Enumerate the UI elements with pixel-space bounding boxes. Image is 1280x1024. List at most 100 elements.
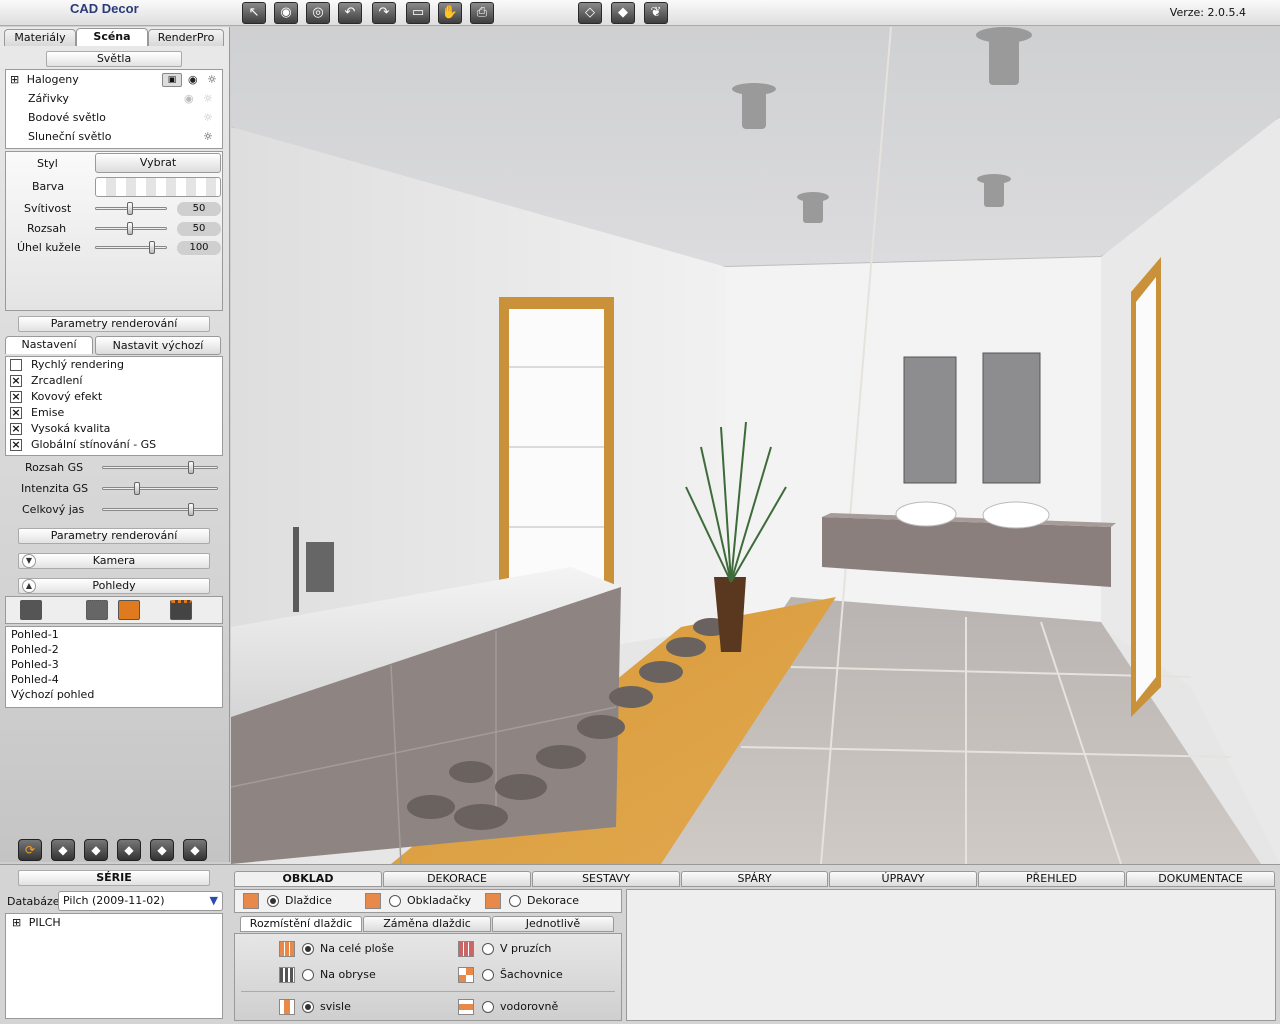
checkbox-high-quality[interactable]: × (10, 423, 22, 435)
intensity-value[interactable]: 50 (177, 202, 221, 216)
checkbox-metal[interactable]: × (10, 391, 22, 403)
range-value[interactable]: 50 (177, 222, 221, 236)
tab-materialy[interactable]: Materiály (4, 29, 76, 46)
series-header[interactable]: SÉRIE (18, 870, 210, 886)
cone-angle-slider[interactable] (95, 241, 167, 254)
refresh-icon[interactable]: ⟳ (18, 839, 42, 861)
tree-item-pilch[interactable]: ⊞ PILCH (12, 916, 61, 929)
checkbox-reflection[interactable]: × (10, 375, 22, 387)
tab-obklad[interactable]: OBKLAD (234, 871, 382, 887)
cube-top-icon[interactable]: ◆ (183, 839, 207, 861)
view-screen-icon[interactable] (20, 600, 42, 620)
lights-list: ⊞ Halogeny ▣ ◉ ☼ Zářivky ◉ ☼ Bodové svět… (5, 69, 223, 149)
bulb-icon[interactable]: ☼ (207, 71, 217, 89)
radio-horizontal[interactable] (482, 1001, 494, 1013)
undo-icon[interactable]: ↶ (338, 2, 362, 24)
radio-checkerboard[interactable] (482, 969, 494, 981)
select-icon[interactable]: ↖ (242, 2, 266, 24)
tab-sestavy[interactable]: SESTAVY (532, 871, 680, 887)
gs-range-slider[interactable] (102, 461, 218, 474)
radio-outline[interactable] (302, 969, 314, 981)
render-viewport[interactable] (231, 27, 1280, 864)
range-slider[interactable] (95, 222, 167, 235)
light-bodove[interactable]: Bodové světlo ☼ (28, 109, 238, 127)
intensity-slider[interactable] (95, 202, 167, 215)
bulb-icon[interactable]: ☼ (203, 109, 213, 127)
view-add-icon[interactable] (118, 600, 140, 620)
checkbox-fast-render[interactable] (10, 359, 22, 371)
cube-solid-icon[interactable]: ◆ (611, 2, 635, 24)
style-select-button[interactable]: Vybrat (95, 153, 221, 173)
stripes-icon (458, 941, 474, 957)
bulb-icon[interactable]: ☼ (203, 90, 213, 108)
database-select[interactable]: Pilch (2009-11-02) ▼ (58, 891, 223, 911)
checkbox-emission[interactable]: × (10, 407, 22, 419)
redo-icon[interactable]: ↷ (372, 2, 396, 24)
tab-prehled[interactable]: PŘEHLED (978, 871, 1125, 887)
brightness-slider[interactable] (102, 503, 218, 516)
vertical-icon (279, 999, 295, 1015)
tab-dekorace[interactable]: DEKORACE (383, 871, 531, 887)
tab-dokumentace[interactable]: DOKUMENTACE (1126, 871, 1275, 887)
option-label: Zrcadlení (31, 374, 83, 387)
radio-obkladacky[interactable] (389, 895, 401, 907)
render-params-header-2[interactable]: Parametry renderování (18, 528, 210, 544)
view-film-icon[interactable] (170, 600, 192, 620)
tab-spary[interactable]: SPÁRY (681, 871, 828, 887)
lights-header[interactable]: Světla (46, 51, 182, 67)
color-picker[interactable] (95, 177, 221, 197)
expand-icon[interactable]: ⊞ (10, 73, 19, 86)
cube-outline-icon[interactable]: ◇ (578, 2, 602, 24)
light-zarivky[interactable]: Zářivky ◉ ☼ (28, 90, 238, 108)
chevron-down-icon[interactable]: ▼ (210, 892, 218, 910)
view-select-icon[interactable] (86, 600, 108, 620)
bulb-icon[interactable]: ☼ (203, 128, 213, 146)
cube-back-icon[interactable]: ◆ (150, 839, 174, 861)
camera-icon[interactable]: ▣ (162, 73, 182, 87)
chevron-up-icon[interactable]: ▲ (22, 579, 36, 593)
radio-vertical[interactable] (302, 1001, 314, 1013)
chevron-down-icon[interactable]: ▼ (22, 554, 36, 568)
list-item[interactable]: Pohled-1 (11, 628, 59, 641)
cube-front-icon[interactable]: ◆ (51, 839, 75, 861)
eye-icon[interactable]: ◉ (184, 90, 194, 108)
tab-nastaveni[interactable]: Nastavení (5, 336, 93, 354)
cone-angle-value[interactable]: 100 (177, 241, 221, 255)
radio-stripes[interactable] (482, 943, 494, 955)
radio-full-area[interactable] (302, 943, 314, 955)
expand-icon[interactable]: ⊞ (12, 916, 21, 929)
camera-header[interactable]: Kamera (18, 553, 210, 569)
radio-dekorace[interactable] (509, 895, 521, 907)
subtab-zamena[interactable]: Záměna dlaždic (363, 916, 491, 932)
horizontal-icon (458, 999, 474, 1015)
tab-scena[interactable]: Scéna (76, 28, 148, 46)
views-header[interactable]: Pohledy (18, 578, 210, 594)
render-params-header[interactable]: Parametry renderování (18, 316, 210, 332)
option-label: Rychlý rendering (31, 358, 124, 371)
subtab-rozmisteni[interactable]: Rozmístění dlaždic (240, 916, 362, 932)
cube-right-icon[interactable]: ◆ (117, 839, 141, 861)
list-item[interactable]: Pohled-3 (11, 658, 59, 671)
list-item[interactable]: Výchozí pohled (11, 688, 94, 701)
light-slunecni[interactable]: Sluneční světlo ☼ (28, 128, 238, 146)
light-halogeny[interactable]: ⊞ Halogeny ▣ ◉ ☼ (10, 71, 220, 89)
list-item[interactable]: Pohled-2 (11, 643, 59, 656)
print-icon[interactable]: ⎙ (470, 2, 494, 24)
tab-upravy[interactable]: ÚPRAVY (829, 871, 977, 887)
eye-icon[interactable]: ◉ (188, 71, 198, 89)
list-item[interactable]: Pohled-4 (11, 673, 59, 686)
radio-dlazdice[interactable] (267, 895, 279, 907)
eye-closed-icon[interactable]: ◎ (306, 2, 330, 24)
subtab-jednotlive[interactable]: Jednotlivě (492, 916, 614, 932)
set-default-button[interactable]: Nastavit výchozí (95, 336, 221, 355)
checkbox-global-shading[interactable]: × (10, 439, 22, 451)
hand-icon[interactable]: ✋ (438, 2, 462, 24)
option-label: Na obryse (320, 968, 376, 981)
eye-icon[interactable]: ◉ (274, 2, 298, 24)
version-label: Verze: 2.0.5.4 (1169, 6, 1246, 19)
gs-intensity-slider[interactable] (102, 482, 218, 495)
cube-left-icon[interactable]: ◆ (84, 839, 108, 861)
butterfly-icon[interactable]: ❦ (644, 2, 668, 24)
tab-renderpro[interactable]: RenderPro (148, 29, 224, 46)
screen-icon[interactable]: ▭ (406, 2, 430, 24)
